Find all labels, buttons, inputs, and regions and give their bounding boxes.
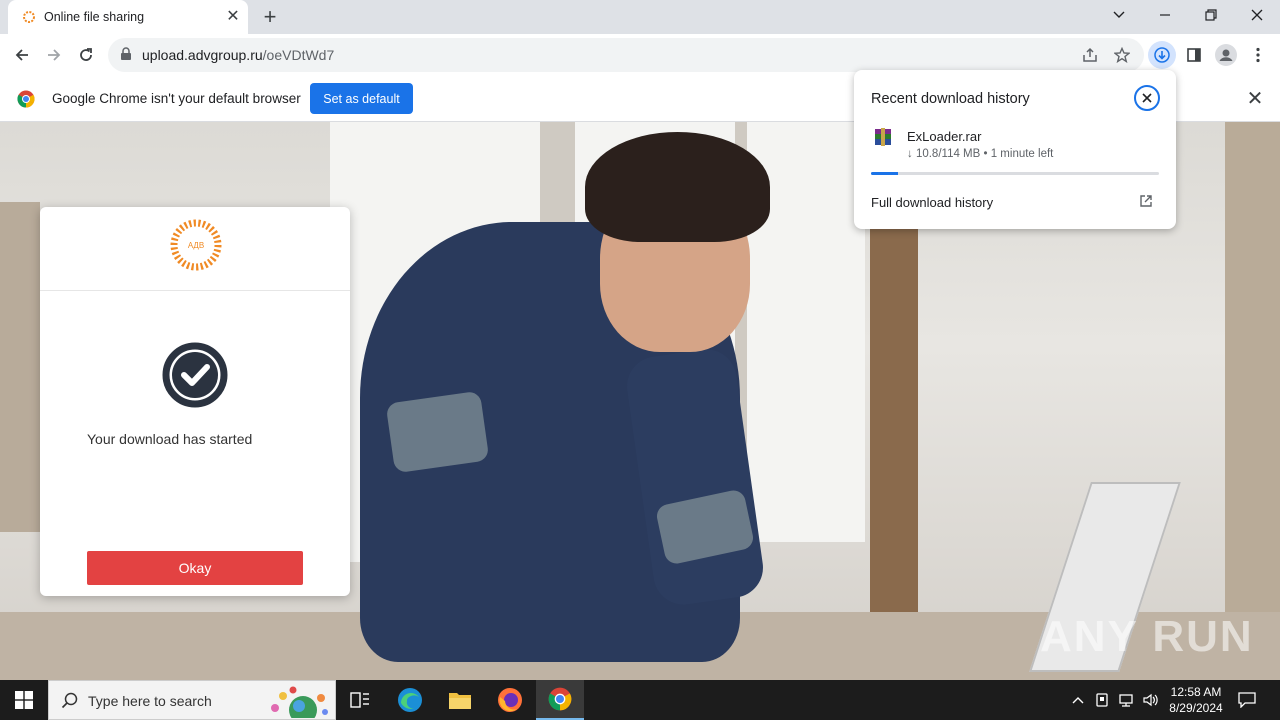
close-window-button[interactable] [1234,0,1280,30]
forward-arrow-icon [48,49,61,61]
infobar-close-icon[interactable]: ✕ [1244,88,1266,110]
bookmark-star-icon[interactable] [1108,41,1136,69]
clock-time: 12:58 AM [1170,685,1222,699]
volume-icon[interactable] [1140,690,1160,710]
site-favicon-icon [23,11,35,23]
firefox-icon [498,688,522,712]
photo-person-sleeve [385,390,490,474]
adv-logo-text: АДВ [188,241,204,250]
download-started-dialog: АДВ Your download has started Okay [40,207,350,596]
task-view-button[interactable] [336,680,384,720]
background-wooden-beam [870,222,918,642]
clock-date: 8/29/2024 [1169,701,1223,715]
tab-close-icon[interactable]: ✕ [224,8,242,26]
task-view-icon [350,692,369,708]
windows-logo-icon [15,691,33,709]
infobar-message: Google Chrome isn't your default browser [52,91,301,106]
file-explorer-taskbar-button[interactable] [436,680,484,720]
windows-taskbar: Type here to search 12:58 AM 8/29/2024 [0,680,1280,720]
reload-button[interactable] [72,41,100,69]
success-check-icon [162,342,228,408]
download-popup-close-button[interactable] [1134,85,1160,111]
chrome-logo-icon [17,90,35,108]
url-host: upload.advgroup.ru [142,47,263,63]
profile-avatar-icon[interactable] [1212,41,1240,69]
chrome-icon [548,687,572,711]
chrome-taskbar-button[interactable] [536,680,584,720]
reload-icon [80,48,92,61]
rar-file-icon [875,128,891,146]
dialog-header: АДВ [40,207,350,291]
back-button[interactable] [8,41,36,69]
network-icon[interactable] [1116,690,1136,710]
download-status: ↓ 10.8/114 MB • 1 minute left [907,148,1054,160]
notification-center-button[interactable] [1234,688,1260,712]
tray-overflow-chevron-icon[interactable] [1068,690,1088,710]
anyrun-watermark: ANY RUN [1040,612,1254,661]
side-panel-icon[interactable] [1180,41,1208,69]
download-progress-fill [871,172,899,175]
forward-button[interactable] [40,41,68,69]
menu-kebab-icon[interactable] [1244,41,1272,69]
search-highlight-illustration-icon [271,686,328,718]
edge-icon [398,688,422,712]
url-text: upload.advgroup.ru/oeVDtWd7 [142,47,334,63]
tab-search-icon[interactable] [1096,0,1142,30]
set-as-default-button[interactable]: Set as default [310,83,413,114]
full-download-history-link[interactable]: Full download history [871,195,993,210]
taskbar-search-box[interactable]: Type here to search [48,680,336,720]
download-progress-bar [871,172,1159,175]
lock-icon[interactable] [120,47,132,61]
edge-taskbar-button[interactable] [386,680,434,720]
tab-strip: Online file sharing ✕ + [0,0,1280,34]
background-shelf [1225,122,1280,642]
minimize-button[interactable] [1142,0,1188,30]
close-icon [1142,93,1152,103]
notification-icon [1238,692,1256,708]
photo-person-hair [585,132,770,242]
download-popup-title: Recent download history [871,91,1030,107]
download-icon [1154,47,1170,63]
adv-logo-icon: АДВ [170,219,222,271]
back-arrow-icon [15,49,28,61]
search-icon [61,692,78,709]
tab-title: Online file sharing [44,10,145,24]
address-bar[interactable]: upload.advgroup.ru/oeVDtWd7 [108,38,1144,72]
download-filename[interactable]: ExLoader.rar [907,129,981,144]
search-placeholder: Type here to search [88,693,212,709]
system-clock[interactable]: 12:58 AM 8/29/2024 [1164,684,1228,716]
start-button[interactable] [0,680,48,720]
url-path: /oeVDtWd7 [262,47,335,63]
share-icon[interactable] [1076,41,1104,69]
folder-icon [449,693,471,709]
download-history-popup: Recent download history ExLoader.rar ↓ 1… [854,70,1176,229]
firefox-taskbar-button[interactable] [486,680,534,720]
downloads-button[interactable] [1148,41,1176,69]
background-wall-panel [0,202,40,532]
okay-button[interactable]: Okay [87,551,303,585]
open-external-icon[interactable] [1139,194,1153,208]
tray-device-icon[interactable] [1092,690,1112,710]
restore-button[interactable] [1188,0,1234,30]
new-tab-button[interactable]: + [256,4,284,30]
download-started-message: Your download has started [87,431,253,447]
browser-tab[interactable]: Online file sharing ✕ [8,0,248,34]
